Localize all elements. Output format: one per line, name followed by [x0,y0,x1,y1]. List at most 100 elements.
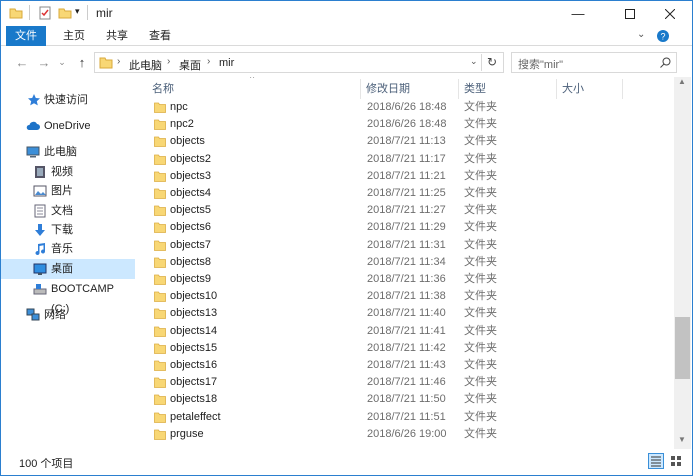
refresh-icon[interactable]: ↻ [487,55,497,69]
table-row[interactable]: objects10 2018/7/21 11:38 文件夹 [146,288,674,305]
file-date: 2018/7/21 11:43 [367,359,446,371]
recent-locations-button[interactable]: ⌄ [56,53,68,71]
file-type: 文件夹 [464,187,497,199]
drive-icon [33,284,47,295]
column-header-size[interactable]: 大小 [562,77,584,101]
table-row[interactable]: objects4 2018/7/21 11:25 文件夹 [146,185,674,202]
breadcrumb-this-pc[interactable]: 此电脑 [129,57,162,73]
nav-item-downloads[interactable]: 下载 [1,220,135,240]
file-date: 2018/7/21 11:29 [367,221,446,234]
nav-item-videos[interactable]: 视频 [1,162,135,182]
file-name: objects13 [170,307,218,320]
vertical-scrollbar[interactable]: ▲ ▼ [674,77,691,449]
customize-quick-access-icon[interactable]: ▾ [75,6,80,17]
file-date: 2018/6/26 19:00 [367,427,447,440]
search-input[interactable]: 搜索"mir" [511,52,677,73]
details-view-button[interactable] [648,453,664,469]
address-dropdown-icon[interactable]: ⌄ [470,56,478,67]
close-button[interactable] [647,1,693,26]
folder-icon [154,291,166,303]
tab-share[interactable]: 共享 [99,26,135,46]
ribbon-tabs: 文件 主页 共享 查看 ⌄ ? [1,26,692,46]
up-button[interactable]: ↑ [73,53,91,71]
file-type: 文件夹 [464,118,497,131]
folder-icon [9,8,23,19]
table-row[interactable]: objects 2018/7/21 11:13 文件夹 [146,133,674,150]
back-button[interactable]: ← [13,53,31,71]
file-name: objects7 [170,238,211,251]
table-row[interactable]: objects5 2018/7/21 11:27 文件夹 [146,202,674,219]
file-type: 文件夹 [464,169,497,182]
file-name: npc2 [170,118,194,131]
scroll-down-icon[interactable]: ▼ [678,435,686,444]
forward-arrow-icon: → [37,54,51,70]
file-name: objects8 [170,255,211,268]
file-name: objects6 [170,221,211,234]
nav-item-network[interactable]: 网络 [1,305,135,325]
nav-item-documents[interactable]: 文档 [1,201,135,221]
table-row[interactable]: objects6 2018/7/21 11:29 文件夹 [146,219,674,236]
title-bar: ▾ mir — [1,1,692,26]
minimize-button[interactable]: — [555,1,601,26]
tab-view[interactable]: 查看 [142,26,178,46]
breadcrumb-desktop[interactable]: 桌面 [179,57,201,73]
help-icon[interactable]: ? [656,29,670,43]
music-icon [35,243,46,256]
file-list: ^ 名称 修改日期 类型 大小 npc 2018/6/26 18:48 文件夹 npc… [146,77,674,449]
navigation-pane: 快速访问 OneDrive 此电脑 视频 图片 文档 下载 音乐 桌面 BOOT… [1,77,136,449]
table-row[interactable]: objects7 2018/7/21 11:31 文件夹 [146,237,674,254]
table-row[interactable]: objects14 2018/7/21 11:41 文件夹 [146,323,674,340]
file-name: objects15 [170,341,218,354]
new-folder-icon[interactable] [58,6,72,20]
breadcrumb-separator-icon: › [167,56,171,67]
breadcrumb-mir[interactable]: mir [219,57,234,69]
breadcrumb-separator-icon: › [117,56,121,67]
table-row[interactable]: prguse 2018/6/26 19:00 文件夹 [146,426,674,443]
nav-item-desktop[interactable]: 桌面 [1,259,135,279]
table-row[interactable]: objects18 2018/7/21 11:50 文件夹 [146,391,674,408]
file-date: 2018/7/21 11:17 [367,152,446,165]
tab-file[interactable]: 文件 [6,26,46,46]
window-title: mir [96,6,113,20]
file-name: petaleffect [170,410,221,423]
table-row[interactable]: objects15 2018/7/21 11:42 文件夹 [146,340,674,357]
column-header-date[interactable]: 修改日期 [366,77,410,101]
table-row[interactable]: npc2 2018/6/26 18:48 文件夹 [146,116,674,133]
column-header-name[interactable]: 名称 [152,77,174,101]
file-type: 文件夹 [464,324,497,337]
table-row[interactable]: objects16 2018/7/21 11:43 文件夹 [146,357,674,374]
table-row[interactable]: petaleffect 2018/7/21 11:51 文件夹 [146,409,674,426]
nav-item-this-pc[interactable]: 此电脑 [1,142,135,162]
chevron-down-icon: ⌄ [58,56,66,67]
table-row[interactable]: objects2 2018/7/21 11:17 文件夹 [146,151,674,168]
nav-item-onedrive[interactable]: OneDrive [1,116,135,136]
address-bar[interactable]: › 此电脑 › 桌面 › mir ⌄ ↻ [94,52,504,73]
nav-item-music[interactable]: 音乐 [1,239,135,259]
file-type: 文件夹 [464,221,497,234]
large-icons-view-button[interactable] [668,453,684,469]
file-date: 2018/7/21 11:36 [367,273,446,285]
nav-item-pictures[interactable]: 图片 [1,181,135,201]
computer-icon [26,146,40,158]
file-name: objects14 [170,324,218,337]
table-row[interactable]: objects9 2018/7/21 11:36 文件夹 [146,271,674,288]
nav-item-quick-access[interactable]: 快速访问 [1,90,135,110]
table-row[interactable]: npc 2018/6/26 18:48 文件夹 [146,99,674,116]
file-type: 文件夹 [464,427,497,440]
tab-home[interactable]: 主页 [56,26,92,46]
forward-button[interactable]: → [35,53,53,71]
up-arrow-icon: ↑ [78,54,86,70]
column-header-type[interactable]: 类型 [464,77,486,101]
expand-ribbon-icon[interactable]: ⌄ [637,29,645,40]
scroll-up-icon[interactable]: ▲ [678,77,686,86]
table-row[interactable]: objects3 2018/7/21 11:21 文件夹 [146,168,674,185]
table-row[interactable]: objects13 2018/7/21 11:40 文件夹 [146,305,674,322]
table-row[interactable]: objects8 2018/7/21 11:34 文件夹 [146,254,674,271]
file-date: 2018/7/21 11:31 [367,238,446,251]
properties-icon[interactable] [38,6,52,20]
file-type: 文件夹 [464,290,497,303]
nav-item-bootcamp-drive[interactable]: BOOTCAMP (C:) [1,279,135,315]
scrollbar-thumb[interactable] [675,317,690,379]
file-name: objects16 [170,359,218,371]
table-row[interactable]: objects17 2018/7/21 11:46 文件夹 [146,374,674,391]
